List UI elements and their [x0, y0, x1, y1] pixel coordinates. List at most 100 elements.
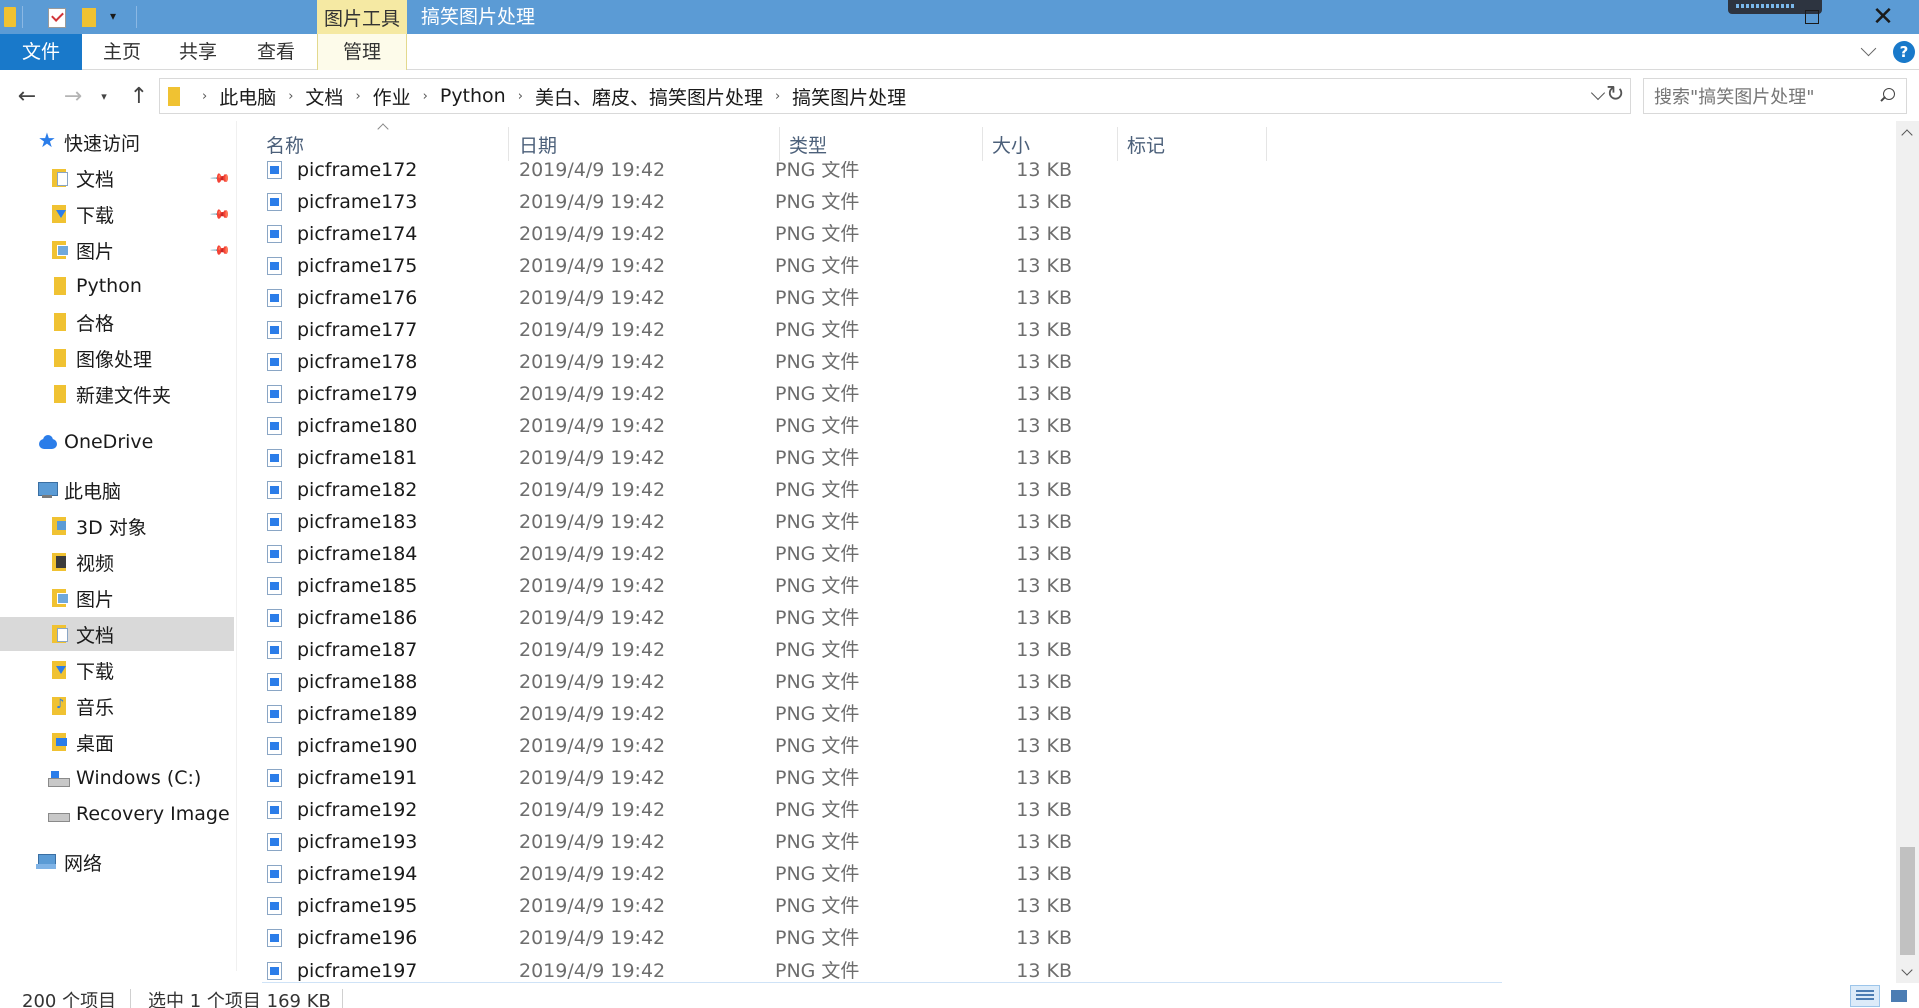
breadcrumb-this-pc[interactable]: 此电脑 [219, 83, 276, 110]
file-row[interactable]: picframe179 2019/4/9 19:42 PNG 文件 13 KB [262, 378, 1282, 410]
scroll-down-icon[interactable] [1896, 963, 1919, 983]
breadcrumb-chevron-icon[interactable]: › [775, 89, 780, 104]
up-button[interactable]: ↑ [126, 83, 152, 109]
file-row[interactable]: picframe173 2019/4/9 19:42 PNG 文件 13 KB [262, 186, 1282, 218]
large-icons-view-icon[interactable] [1885, 985, 1913, 1007]
sidebar-item-python[interactable]: Python [0, 269, 236, 303]
sidebar-item-documents[interactable]: 文档 📌 [0, 161, 236, 195]
recent-locations-chevron-icon[interactable]: ▾ [96, 83, 112, 109]
file-row[interactable]: picframe186 2019/4/9 19:42 PNG 文件 13 KB [262, 602, 1282, 634]
file-row[interactable]: picframe178 2019/4/9 19:42 PNG 文件 13 KB [262, 346, 1282, 378]
sidebar-item-image-processing[interactable]: 图像处理 [0, 341, 236, 375]
breadcrumb-python[interactable]: Python [440, 85, 506, 107]
breadcrumb-documents[interactable]: 文档 [305, 83, 343, 110]
sidebar-item-desktop[interactable]: 桌面 [0, 725, 236, 759]
search-box[interactable] [1643, 78, 1907, 114]
sidebar-item-music[interactable]: 音乐 [0, 689, 236, 723]
tab-manage[interactable]: 管理 [317, 34, 407, 70]
pin-icon[interactable]: 📌 [209, 240, 231, 262]
file-row[interactable]: picframe194 2019/4/9 19:42 PNG 文件 13 KB [262, 858, 1282, 890]
back-button[interactable]: ← [14, 83, 40, 109]
column-header-type[interactable]: 类型 [789, 131, 827, 161]
vertical-scrollbar[interactable] [1896, 121, 1919, 983]
expand-ribbon-chevron-icon[interactable] [1860, 42, 1878, 60]
sidebar-item-downloads[interactable]: 下载 📌 [0, 197, 236, 231]
sidebar-item-onedrive[interactable]: OneDrive [0, 425, 236, 459]
search-input[interactable] [1654, 85, 1854, 109]
column-divider[interactable] [1117, 127, 1118, 161]
file-row[interactable]: picframe196 2019/4/9 19:42 PNG 文件 13 KB [262, 922, 1282, 954]
file-row[interactable]: picframe191 2019/4/9 19:42 PNG 文件 13 KB [262, 762, 1282, 794]
column-divider[interactable] [779, 127, 780, 161]
file-row[interactable]: picframe182 2019/4/9 19:42 PNG 文件 13 KB [262, 474, 1282, 506]
sidebar-item-pictures[interactable]: 图片 📌 [0, 233, 236, 267]
file-row[interactable]: picframe177 2019/4/9 19:42 PNG 文件 13 KB [262, 314, 1282, 346]
file-row[interactable]: picframe183 2019/4/9 19:42 PNG 文件 13 KB [262, 506, 1282, 538]
forward-button[interactable]: → [60, 83, 86, 109]
file-row[interactable]: picframe190 2019/4/9 19:42 PNG 文件 13 KB [262, 730, 1282, 762]
column-header-size[interactable]: 大小 [992, 131, 1030, 161]
file-row[interactable]: picframe187 2019/4/9 19:42 PNG 文件 13 KB [262, 634, 1282, 666]
tab-file[interactable]: 文件 [0, 34, 82, 70]
file-row[interactable]: picframe188 2019/4/9 19:42 PNG 文件 13 KB [262, 666, 1282, 698]
file-row[interactable]: picframe172 2019/4/9 19:42 PNG 文件 13 KB [262, 161, 1282, 186]
file-row[interactable]: picframe181 2019/4/9 19:42 PNG 文件 13 KB [262, 442, 1282, 474]
sidebar-item-3d-objects[interactable]: 3D 对象 [0, 509, 236, 543]
details-view-icon[interactable] [1850, 985, 1880, 1007]
sidebar-item-pc-documents[interactable]: 文档 [0, 617, 234, 651]
search-icon[interactable] [1879, 88, 1895, 104]
new-folder-icon[interactable] [82, 8, 96, 27]
column-divider[interactable] [1266, 127, 1267, 161]
file-row[interactable]: picframe180 2019/4/9 19:42 PNG 文件 13 KB [262, 410, 1282, 442]
sidebar-item-new-folder[interactable]: 新建文件夹 [0, 377, 236, 411]
tab-share[interactable]: 共享 [172, 34, 224, 70]
breadcrumb-chevron-icon[interactable]: › [518, 89, 523, 104]
pin-icon[interactable]: 📌 [209, 168, 231, 190]
maximize-button[interactable] [1784, 0, 1840, 34]
file-row[interactable]: picframe184 2019/4/9 19:42 PNG 文件 13 KB [262, 538, 1282, 570]
breadcrumb-chevron-icon[interactable]: › [423, 89, 428, 104]
address-bar[interactable]: › 此电脑 › 文档 › 作业 › Python › 美白、磨皮、搞笑图片处理 … [159, 78, 1631, 114]
sidebar-item-network[interactable]: 网络 [0, 845, 236, 879]
tab-home[interactable]: 主页 [96, 34, 148, 70]
file-row[interactable]: picframe197 2019/4/9 19:42 PNG 文件 13 KB [262, 955, 1282, 984]
file-row[interactable]: picframe174 2019/4/9 19:42 PNG 文件 13 KB [262, 218, 1282, 250]
file-row[interactable]: picframe185 2019/4/9 19:42 PNG 文件 13 KB [262, 570, 1282, 602]
column-divider[interactable] [982, 127, 983, 161]
breadcrumb-chevron-icon[interactable]: › [288, 89, 293, 104]
address-history-chevron-icon[interactable] [1590, 87, 1606, 103]
file-row[interactable]: picframe176 2019/4/9 19:42 PNG 文件 13 KB [262, 282, 1282, 314]
breadcrumb-current-folder[interactable]: 搞笑图片处理 [792, 83, 906, 110]
tab-view[interactable]: 查看 [250, 34, 302, 70]
file-row[interactable]: picframe195 2019/4/9 19:42 PNG 文件 13 KB [262, 890, 1282, 922]
sidebar-item-windows-drive[interactable]: Windows (C:) [0, 761, 236, 795]
scrollbar-thumb[interactable] [1900, 847, 1915, 955]
properties-icon[interactable] [48, 8, 66, 28]
customize-quick-access-icon[interactable]: ▾ [110, 9, 116, 31]
column-header-name[interactable]: 名称 [266, 131, 304, 161]
file-row[interactable]: picframe175 2019/4/9 19:42 PNG 文件 13 KB [262, 250, 1282, 282]
breadcrumb-homework[interactable]: 作业 [373, 83, 411, 110]
pin-icon[interactable]: 📌 [209, 204, 231, 226]
scroll-up-icon[interactable] [1896, 121, 1919, 141]
file-list[interactable]: 名称 日期 类型 大小 标记 picframe172 2019/4/9 19:42… [236, 121, 1896, 983]
breadcrumb-image-processing[interactable]: 美白、磨皮、搞笑图片处理 [535, 83, 763, 110]
file-row[interactable]: picframe189 2019/4/9 19:42 PNG 文件 13 KB [262, 698, 1282, 730]
help-icon[interactable]: ? [1893, 41, 1915, 63]
sidebar-item-quick-access[interactable]: ★ 快速访问 [0, 125, 236, 159]
breadcrumb-chevron-icon[interactable]: › [355, 89, 360, 104]
column-header-date[interactable]: 日期 [519, 131, 557, 161]
breadcrumb-chevron-icon[interactable]: › [202, 89, 207, 104]
column-divider[interactable] [508, 127, 509, 161]
navigation-pane[interactable]: ★ 快速访问 文档 📌 下载 📌 图片 📌 Python 合格 图像处理 新建文… [0, 121, 236, 971]
close-button[interactable]: ✕ [1855, 0, 1911, 34]
sidebar-item-pc-pictures[interactable]: 图片 [0, 581, 236, 615]
column-header-tags[interactable]: 标记 [1127, 131, 1165, 161]
sidebar-item-recovery-drive[interactable]: Recovery Image (D [0, 797, 236, 831]
file-row[interactable]: picframe192 2019/4/9 19:42 PNG 文件 13 KB [262, 794, 1282, 826]
sidebar-item-this-pc[interactable]: 此电脑 [0, 473, 236, 507]
sidebar-item-pc-downloads[interactable]: 下载 [0, 653, 236, 687]
refresh-icon[interactable]: ↻ [1606, 84, 1624, 106]
sidebar-item-videos[interactable]: 视频 [0, 545, 236, 579]
sidebar-item-hege[interactable]: 合格 [0, 305, 236, 339]
